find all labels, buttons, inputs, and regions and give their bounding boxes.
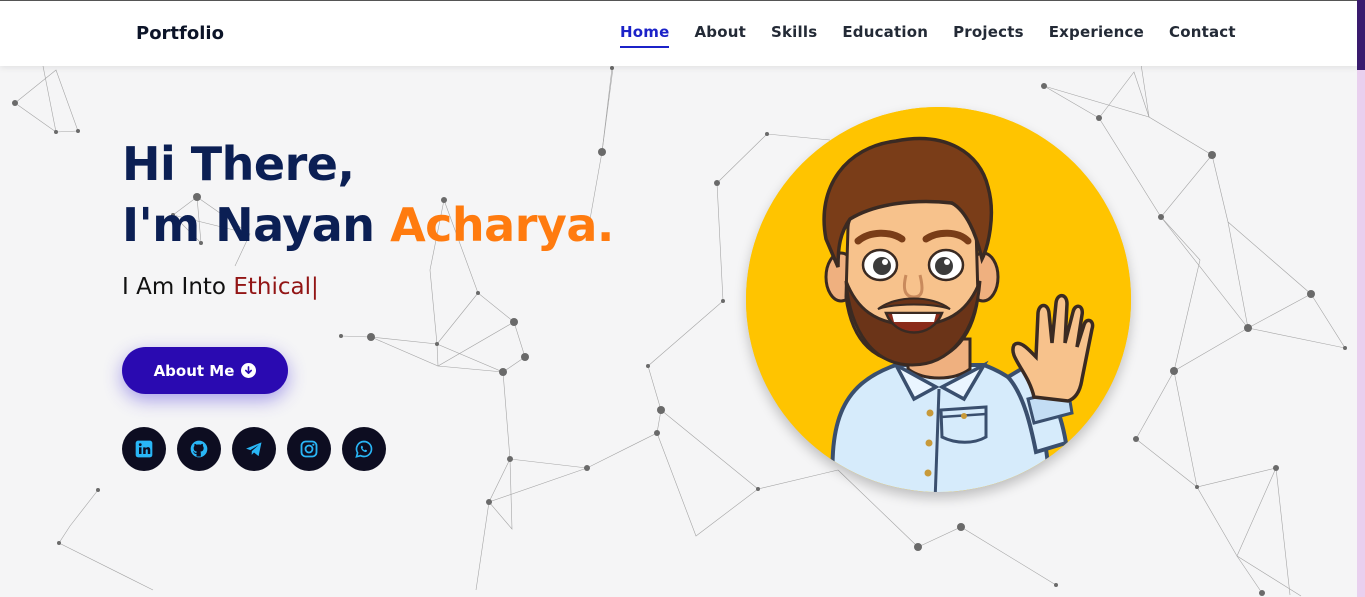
about-me-button[interactable]: About Me (122, 347, 288, 394)
scrollbar-track[interactable] (1357, 0, 1365, 597)
instagram-icon[interactable] (287, 427, 331, 471)
nav-link-projects[interactable]: Projects (953, 23, 1024, 48)
nav-link-contact[interactable]: Contact (1169, 23, 1236, 48)
hero-name-highlight: Acharya. (390, 198, 614, 252)
arrow-down-circle-icon (241, 363, 257, 378)
avatar-illustration (746, 107, 1131, 492)
nav-link-about[interactable]: About (694, 23, 746, 48)
github-icon[interactable] (177, 427, 221, 471)
social-links (122, 427, 397, 471)
telegram-icon[interactable] (232, 427, 276, 471)
whatsapp-icon[interactable] (342, 427, 386, 471)
about-me-label: About Me (153, 361, 235, 380)
hero-greeting: Hi There, (122, 137, 355, 191)
nav-link-home[interactable]: Home (620, 23, 670, 48)
nav-link-education[interactable]: Education (842, 23, 928, 48)
typing-text: I Am Into Ethical| (122, 274, 614, 300)
typing-prefix: I Am Into (122, 274, 234, 300)
hero-section: Hi There, I'm Nayan Acharya. I Am Into E… (122, 136, 614, 471)
hero-name: I'm Nayan Acharya. (122, 197, 614, 253)
navbar: Portfolio Home About Skills Education Pr… (0, 0, 1357, 66)
avatar (746, 107, 1131, 492)
linkedin-icon[interactable] (122, 427, 166, 471)
typed-word: Ethical (233, 274, 311, 300)
scrollbar-thumb[interactable] (1357, 0, 1365, 70)
nav-links: Home About Skills Education Projects Exp… (620, 23, 1261, 48)
typing-cursor: | (310, 274, 319, 300)
nav-link-experience[interactable]: Experience (1049, 23, 1144, 48)
brand-logo[interactable]: Portfolio (136, 23, 224, 44)
hero-name-prefix: I'm Nayan (122, 198, 391, 252)
nav-link-skills[interactable]: Skills (771, 23, 817, 48)
